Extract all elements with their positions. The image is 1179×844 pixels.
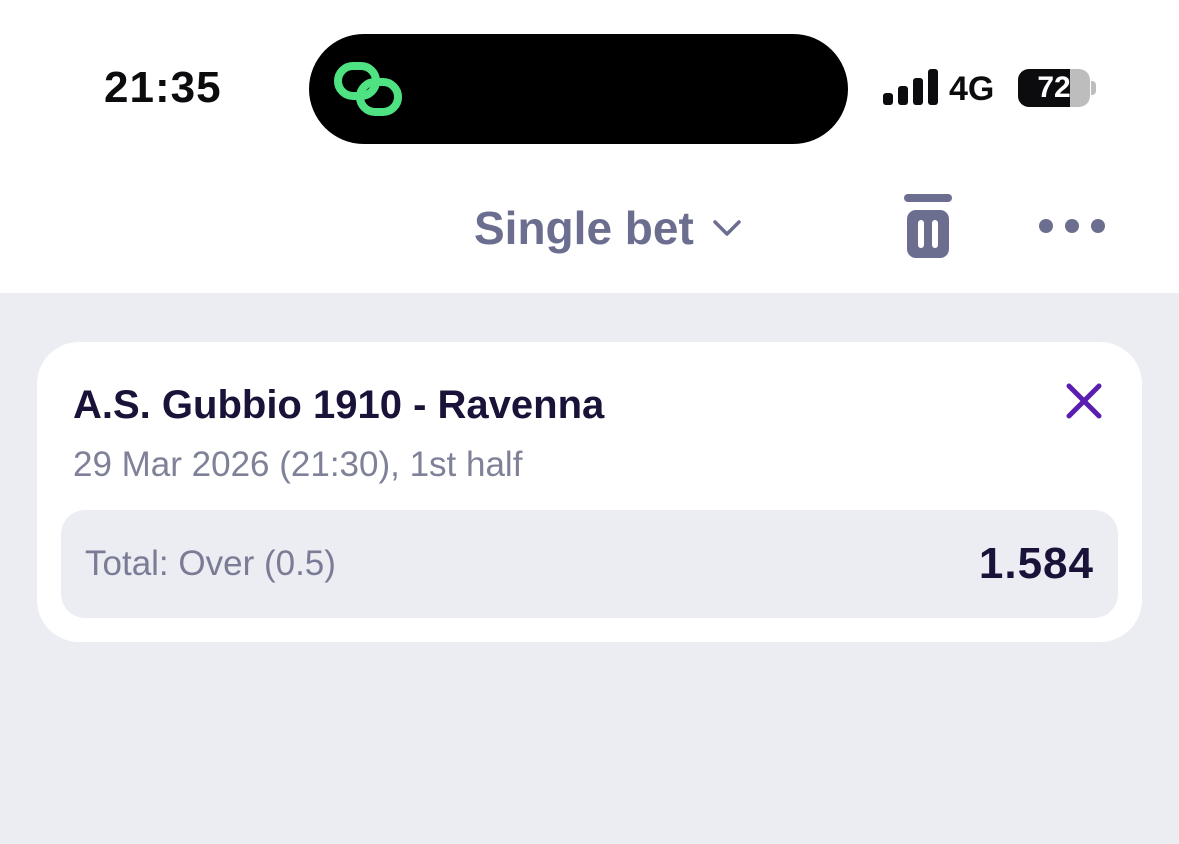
- link-rings-icon: [334, 62, 402, 116]
- bet-type-label: Single bet: [474, 202, 694, 254]
- battery-level: 72: [1037, 71, 1071, 104]
- battery-icon: 72: [1018, 69, 1090, 107]
- bet-type-dropdown[interactable]: Single bet: [474, 198, 742, 258]
- close-icon[interactable]: [1065, 382, 1103, 420]
- more-options-icon[interactable]: [1036, 212, 1108, 240]
- selection-row[interactable]: Total: Over (0.5) 1.584: [61, 510, 1118, 618]
- chevron-down-icon: [713, 220, 741, 236]
- battery-tip: [1091, 81, 1096, 95]
- trash-icon[interactable]: [904, 192, 952, 260]
- network-type: 4G: [949, 70, 995, 108]
- odds-value: 1.584: [978, 539, 1094, 588]
- event-date: 29 Mar 2026 (21:30), 1st half: [73, 445, 523, 484]
- status-time: 21:35: [104, 63, 222, 112]
- cellular-signal-icon: [883, 69, 938, 105]
- bet-card: A.S. Gubbio 1910 - Ravenna 29 Mar 2026 (…: [37, 342, 1142, 642]
- selection-label: Total: Over (0.5): [85, 544, 336, 583]
- event-title: A.S. Gubbio 1910 - Ravenna: [73, 383, 605, 427]
